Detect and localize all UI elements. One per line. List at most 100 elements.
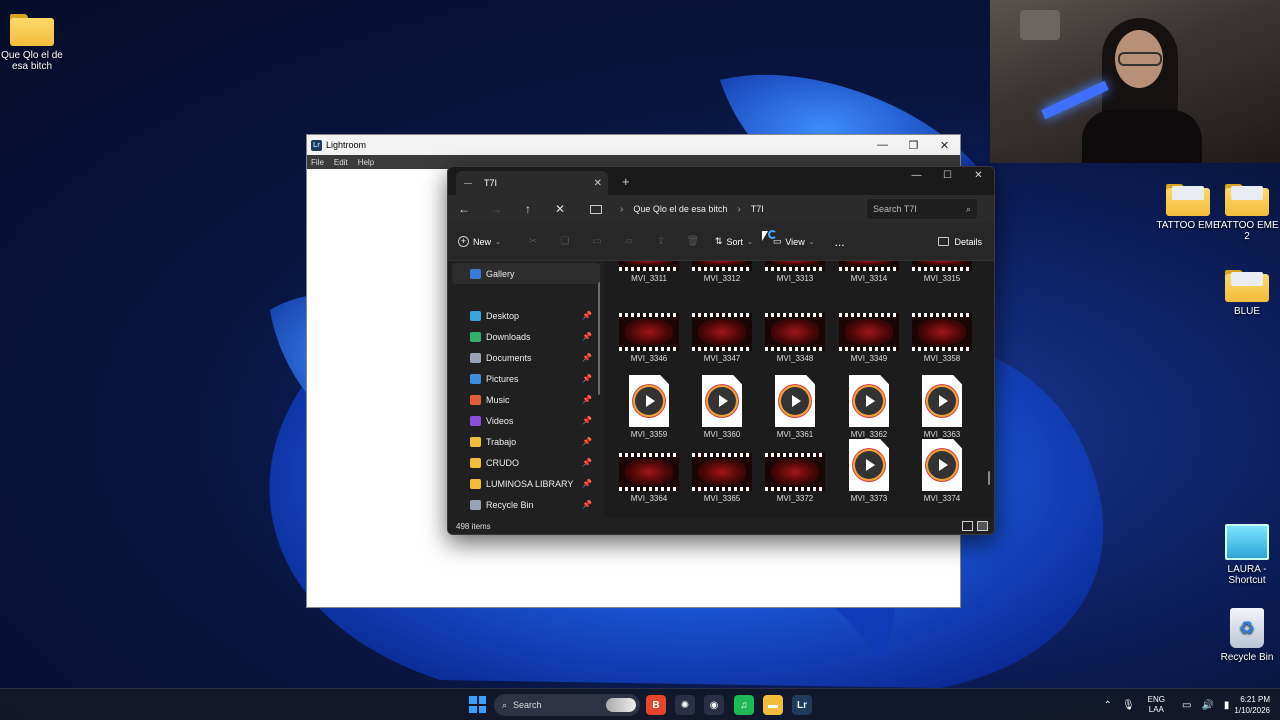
address-bar[interactable]: › Que Qlo el de esa bitch › T7I bbox=[586, 198, 858, 220]
lightroom-icon[interactable]: Lr bbox=[792, 695, 812, 715]
pin-icon[interactable]: 📌 bbox=[582, 374, 592, 383]
sidebar-item-trabajo[interactable]: Trabajo 📌 bbox=[448, 431, 604, 452]
volume-icon[interactable]: 🔊 bbox=[1201, 700, 1213, 711]
maximize-button[interactable]: ☐ bbox=[932, 167, 963, 185]
play-icon bbox=[781, 387, 809, 415]
chatgpt-icon[interactable]: ✺ bbox=[675, 695, 695, 715]
sidebar-item-recycle-bin[interactable]: Recycle Bin 📌 bbox=[448, 494, 604, 515]
clock[interactable]: 6:21 PM 1/10/2026 bbox=[1234, 694, 1270, 716]
pin-icon[interactable]: 📌 bbox=[582, 458, 592, 467]
pin-icon[interactable]: 📌 bbox=[582, 353, 592, 362]
pin-icon[interactable]: 📌 bbox=[582, 479, 592, 488]
file-item[interactable]: MVI_3313 bbox=[765, 261, 825, 283]
tab-t7i[interactable]: T7I ✕ bbox=[456, 171, 608, 195]
close-tab-icon[interactable]: ✕ bbox=[594, 178, 602, 189]
file-item[interactable]: MVI_3365 bbox=[692, 453, 752, 503]
sidebar-item-documents[interactable]: Documents 📌 bbox=[448, 347, 604, 368]
forward-arrow-icon[interactable]: → bbox=[480, 202, 512, 216]
file-item[interactable]: MVI_3347 bbox=[692, 313, 752, 363]
file-item[interactable]: MVI_3373 bbox=[839, 439, 899, 503]
desktop-folder-que-qlo[interactable]: Que Qlo el de esa bitch bbox=[0, 14, 64, 72]
start-button[interactable] bbox=[469, 696, 486, 713]
taskbar-search[interactable]: ⌕ Search bbox=[494, 694, 640, 716]
file-item[interactable]: MVI_3311 bbox=[619, 261, 679, 283]
file-item[interactable]: MVI_3346 bbox=[619, 313, 679, 363]
menu-help[interactable]: Help bbox=[358, 158, 374, 167]
desktop-folder-tattoo-eme[interactable]: TATTOO EME bbox=[1156, 184, 1220, 231]
more-options-icon[interactable]: ... bbox=[835, 235, 845, 249]
desktop-folder-tattoo-eme-2[interactable]: TATTOO EME 2 bbox=[1215, 184, 1279, 242]
file-item[interactable]: MVI_3349 bbox=[839, 313, 899, 363]
file-item[interactable]: MVI_3359 bbox=[619, 375, 679, 439]
file-explorer-icon[interactable]: ▬ bbox=[763, 695, 783, 715]
brave-icon[interactable]: B bbox=[646, 695, 666, 715]
new-tab-button[interactable]: + bbox=[622, 174, 630, 189]
file-item[interactable]: MVI_3362 bbox=[839, 375, 899, 439]
sidebar-item-luminosa-library[interactable]: LUMINOSA LIBRARY 📌 bbox=[448, 473, 604, 494]
file-item[interactable]: MVI_3363 bbox=[912, 375, 972, 439]
search-input[interactable]: Search T7I ⌕ bbox=[866, 198, 978, 220]
minimize-button[interactable]: — bbox=[901, 167, 932, 185]
file-item[interactable]: MVI_3358 bbox=[912, 313, 972, 363]
file-item[interactable]: MVI_3374 bbox=[912, 439, 972, 503]
close-button[interactable]: ✕ bbox=[929, 139, 960, 152]
menu-edit[interactable]: Edit bbox=[334, 158, 348, 167]
desktop-folder-blue[interactable]: BLUE bbox=[1215, 270, 1279, 317]
rename-icon[interactable]: ▱ bbox=[613, 236, 645, 247]
grid-scrollbar[interactable] bbox=[988, 471, 990, 485]
desktop-recycle-bin[interactable]: ♻ Recycle Bin bbox=[1215, 608, 1279, 663]
paste-icon[interactable]: ▭ bbox=[581, 236, 613, 247]
pin-icon[interactable]: 📌 bbox=[582, 332, 592, 341]
file-explorer-window[interactable]: T7I ✕ + — ☐ ✕ ← → ↑ ✕ › Que Qlo el de es… bbox=[447, 166, 995, 535]
delete-icon[interactable]: 🗑 bbox=[677, 236, 709, 247]
microphone-icon[interactable]: 🎙 bbox=[1122, 700, 1135, 711]
file-item[interactable]: MVI_3312 bbox=[692, 261, 752, 283]
network-icon[interactable]: ▭ bbox=[1182, 700, 1191, 711]
breadcrumb-folder[interactable]: Que Qlo el de esa bitch bbox=[633, 204, 727, 214]
battery-icon[interactable]: ▮ bbox=[1224, 700, 1230, 711]
menu-file[interactable]: File bbox=[311, 158, 324, 167]
sort-button[interactable]: ⇅ Sort ⌄ bbox=[715, 236, 753, 247]
share-icon[interactable]: ⇪ bbox=[645, 236, 677, 247]
sidebar-item-downloads[interactable]: Downloads 📌 bbox=[448, 326, 604, 347]
sidebar-item-crudo[interactable]: CRUDO 📌 bbox=[448, 452, 604, 473]
file-item[interactable]: MVI_3348 bbox=[765, 313, 825, 363]
sidebar-item-desktop[interactable]: Desktop 📌 bbox=[448, 305, 604, 326]
sidebar-item-pictures[interactable]: Pictures 📌 bbox=[448, 368, 604, 389]
chevron-up-icon[interactable]: ⌃ bbox=[1104, 700, 1112, 711]
pin-icon[interactable]: 📌 bbox=[582, 500, 592, 509]
sidebar-item-music[interactable]: Music 📌 bbox=[448, 389, 604, 410]
details-button[interactable]: Details bbox=[938, 237, 982, 247]
new-button[interactable]: + New ⌄ bbox=[458, 236, 501, 247]
file-item[interactable]: MVI_3364 bbox=[619, 453, 679, 503]
close-button[interactable]: ✕ bbox=[963, 167, 994, 185]
lightroom-titlebar[interactable]: Lr Lightroom — ❐ ✕ bbox=[307, 135, 960, 155]
minimize-button[interactable]: — bbox=[867, 139, 898, 152]
cut-icon[interactable]: ✂ bbox=[517, 236, 549, 247]
breadcrumb-current[interactable]: T7I bbox=[751, 204, 764, 214]
file-item[interactable]: MVI_3314 bbox=[839, 261, 899, 283]
language-indicator[interactable]: ENG LAA bbox=[1148, 695, 1165, 715]
file-item[interactable]: MVI_3361 bbox=[765, 375, 825, 439]
navigation-pane[interactable]: Gallery Desktop 📌 Downloads 📌 Documents 📌 Pictu… bbox=[448, 261, 604, 518]
back-arrow-icon[interactable]: ← bbox=[448, 202, 480, 216]
desktop-shortcut-laura[interactable]: LAURA - Shortcut bbox=[1215, 524, 1279, 586]
file-item[interactable]: MVI_3315 bbox=[912, 261, 972, 283]
spotify-icon[interactable]: ♫ bbox=[734, 695, 754, 715]
pin-icon[interactable]: 📌 bbox=[582, 437, 592, 446]
file-item[interactable]: MVI_3360 bbox=[692, 375, 752, 439]
pin-icon[interactable]: 📌 bbox=[582, 395, 592, 404]
tiles-view-icon[interactable] bbox=[977, 521, 988, 531]
details-view-icon[interactable] bbox=[962, 521, 973, 531]
sidebar-item-videos[interactable]: Videos 📌 bbox=[448, 410, 604, 431]
maximize-button[interactable]: ❐ bbox=[898, 139, 929, 152]
up-arrow-icon[interactable]: ↑ bbox=[512, 202, 544, 216]
pin-icon[interactable]: 📌 bbox=[582, 416, 592, 425]
pin-icon[interactable]: 📌 bbox=[582, 311, 592, 320]
stop-loading-icon[interactable]: ✕ bbox=[544, 202, 576, 216]
chrome-icon[interactable]: ◉ bbox=[704, 695, 724, 715]
sidebar-item-gallery[interactable]: Gallery bbox=[452, 263, 600, 284]
file-item[interactable]: MVI_3372 bbox=[765, 453, 825, 503]
view-button[interactable]: ▭ View ⌄ bbox=[773, 236, 815, 247]
copy-icon[interactable]: ❏ bbox=[549, 236, 581, 247]
